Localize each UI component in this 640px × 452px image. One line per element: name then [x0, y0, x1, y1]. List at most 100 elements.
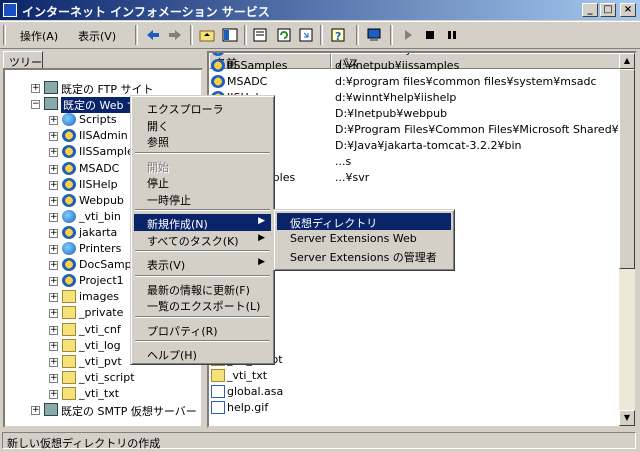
scroll-thumb[interactable] — [619, 69, 635, 269]
gear-icon — [62, 177, 76, 191]
gear-icon — [62, 258, 76, 272]
help-icon[interactable]: ? — [330, 27, 346, 43]
tree-expander[interactable]: + — [49, 212, 58, 222]
web-server-icon — [44, 97, 58, 111]
tree-expander[interactable]: + — [49, 196, 58, 206]
tree-item-label: _vti_log — [79, 338, 121, 352]
close-button[interactable]: × — [620, 3, 636, 17]
context-menu-item[interactable]: 表示(V) ▶ — [134, 255, 271, 272]
context-menu-item[interactable]: 停止 — [134, 173, 271, 190]
forward-icon[interactable] — [167, 27, 183, 43]
file-icon — [211, 385, 225, 398]
menu-item-label: プロパティ(R) — [147, 324, 218, 338]
tree-expander[interactable]: + — [49, 132, 58, 142]
gear-icon — [62, 193, 76, 207]
title-bar[interactable]: インターネット インフォメーション サービス _ □ × — [0, 0, 640, 20]
stop-icon[interactable] — [422, 27, 438, 43]
tree-expander[interactable]: + — [49, 277, 58, 287]
menu-separator — [135, 340, 270, 342]
folder-icon — [62, 290, 76, 304]
tree-item-label: IISAdmin — [79, 129, 128, 143]
properties-icon[interactable] — [252, 27, 268, 43]
vertical-scrollbar[interactable]: ▲ ▼ — [619, 53, 635, 426]
pause-icon[interactable] — [444, 27, 460, 43]
refresh-icon[interactable] — [276, 27, 292, 43]
tree-item-label: Scripts — [79, 113, 117, 127]
tree-item-label: _private — [79, 306, 124, 320]
tree-item-label: _vti_txt — [79, 386, 120, 400]
gear-icon — [62, 161, 76, 175]
tree-expander[interactable]: + — [49, 228, 58, 238]
show-tree-icon[interactable] — [222, 27, 238, 43]
tree-expander[interactable]: + — [49, 148, 58, 158]
minimize-button[interactable]: _ — [582, 3, 598, 17]
context-menu-item[interactable]: 参照 — [134, 132, 271, 149]
tree-expander[interactable]: + — [49, 180, 58, 190]
list-item-path: D:¥Program Files¥Common Files¥Microsoft … — [335, 123, 637, 136]
tree-expander[interactable]: + — [49, 373, 58, 383]
context-menu-item[interactable]: 一覧のエクスポート(L) — [134, 296, 271, 313]
maximize-button[interactable]: □ — [600, 3, 616, 17]
submenu-arrow-icon: ▶ — [258, 216, 265, 226]
tab-tree[interactable]: ツリー — [3, 51, 43, 69]
tree-item-label: Printers — [79, 242, 122, 255]
folder-icon — [62, 322, 76, 336]
context-menu-item[interactable]: 一時停止 — [134, 190, 271, 207]
action-menu[interactable]: 操作(A) — [20, 28, 58, 44]
submenu-arrow-icon: ▶ — [258, 232, 265, 243]
scroll-down-button[interactable]: ▼ — [619, 410, 635, 426]
tree-expander[interactable]: + — [49, 357, 58, 367]
tree-expander[interactable]: + — [49, 293, 58, 303]
context-menu-item[interactable]: 開く — [134, 116, 271, 133]
toolbar-separator — [390, 25, 393, 45]
context-menu-item[interactable]: エクスプローラ — [134, 99, 271, 116]
status-bar: 新しい仮想ディレクトリの作成 — [0, 430, 640, 452]
list-item-path: D:¥Inetpub¥webpub — [335, 107, 448, 120]
up-folder-icon[interactable] — [199, 27, 215, 43]
context-menu-item[interactable]: すべてのタスク(K) ▶ — [134, 231, 271, 248]
tree-item-label: _vti_script — [79, 370, 135, 384]
computer-icon[interactable] — [366, 27, 382, 43]
tree-expander[interactable]: + — [49, 164, 58, 174]
tree-expander[interactable]: + — [49, 261, 58, 271]
tree-item-label: _vti_cnf — [79, 322, 121, 336]
submenu-item[interactable]: Server Extensions Web — [277, 230, 451, 247]
list-item-path: ...s — [335, 155, 352, 168]
submenu-item[interactable]: 仮想ディレクトリ — [277, 213, 451, 230]
menu-item-label: 一覧のエクスポート(L) — [147, 300, 261, 313]
scroll-up-button[interactable]: ▲ — [619, 53, 635, 69]
menu-item-label: 新規作成(N) — [147, 218, 208, 231]
globe-folder-icon — [62, 209, 76, 223]
iis-app-icon — [3, 3, 17, 17]
context-menu-item[interactable]: ヘルプ(H) — [134, 345, 271, 362]
tree-expander[interactable]: + — [31, 406, 40, 415]
back-icon[interactable] — [145, 27, 161, 43]
tree-expander[interactable]: + — [49, 309, 58, 319]
tree-expander[interactable]: + — [49, 389, 58, 399]
tree-expander[interactable]: − — [31, 100, 40, 110]
menu-separator — [135, 209, 270, 211]
toolbar-separator — [320, 25, 323, 45]
tree-expander[interactable]: + — [49, 116, 58, 126]
export-list-icon[interactable] — [298, 27, 314, 43]
context-menu-item[interactable]: 新規作成(N) ▶ — [134, 214, 271, 231]
list-item-name: MSADC — [227, 75, 268, 88]
smtp-server-icon — [44, 403, 58, 416]
window-title: インターネット インフォメーション サービス — [22, 5, 270, 19]
context-menu-item: 開始 — [134, 157, 271, 174]
tree-item-label: Project1 — [79, 274, 124, 288]
folder-icon — [62, 338, 76, 352]
list-item-name: global.asa — [227, 385, 284, 398]
context-menu-item[interactable]: プロパティ(R) — [134, 321, 271, 338]
start-icon[interactable] — [400, 27, 416, 43]
context-menu: エクスプローラ 開く 参照 開始 停止 一時停止 新規作成(N) ▶ すべてのタスク(K) ▶ 表示… — [130, 95, 275, 365]
toolbar-separator — [190, 25, 193, 45]
view-menu[interactable]: 表示(V) — [78, 28, 116, 44]
tree-expander[interactable]: + — [49, 245, 58, 254]
context-menu-item[interactable]: 最新の情報に更新(F) — [134, 280, 271, 297]
tree-expander[interactable]: + — [49, 341, 58, 351]
submenu-item[interactable]: Server Extensions の管理者 — [277, 247, 451, 264]
menu-separator — [135, 250, 270, 252]
tree-expander[interactable]: + — [31, 84, 40, 93]
tree-expander[interactable]: + — [49, 325, 58, 335]
